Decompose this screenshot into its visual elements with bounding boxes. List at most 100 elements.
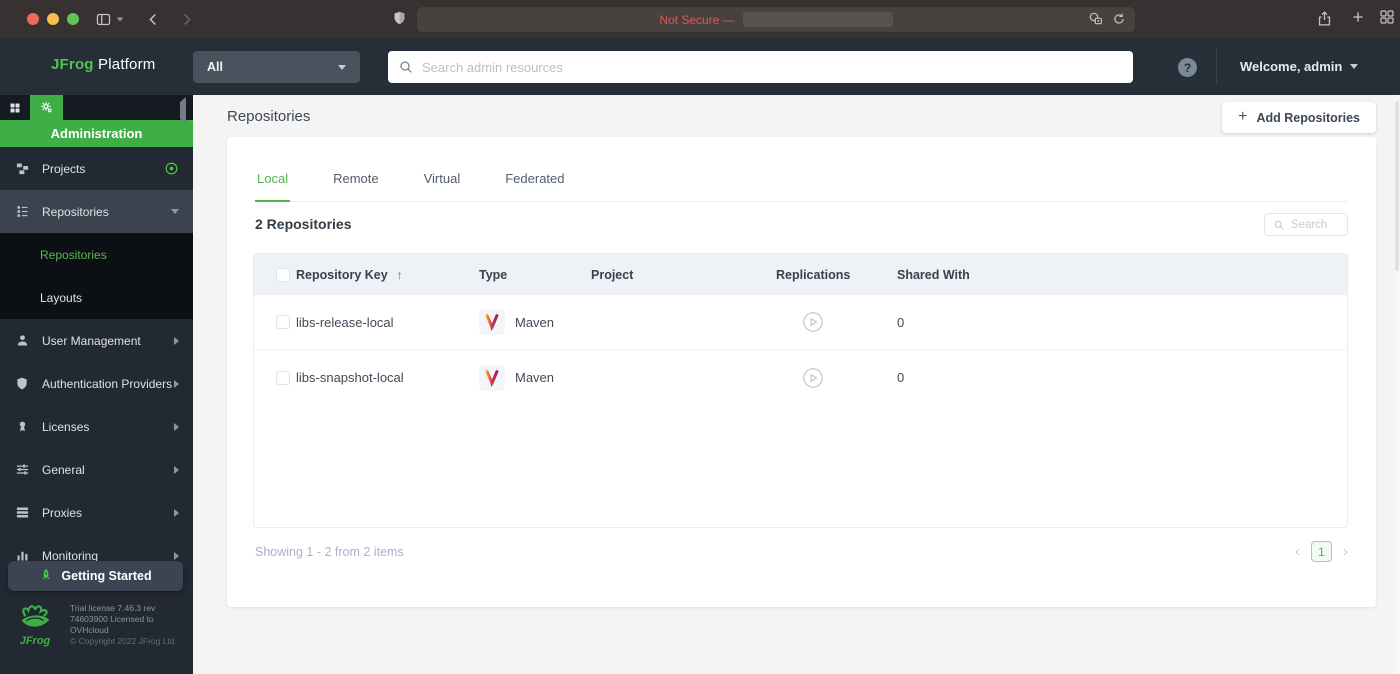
repo-type-label: Maven: [515, 314, 555, 330]
reload-icon[interactable]: [1112, 12, 1126, 26]
plus-icon: +: [1238, 108, 1248, 125]
getting-started-button[interactable]: Getting Started: [8, 561, 183, 591]
sidebar-item-label: Authentication Providers: [42, 376, 173, 391]
chevron-right-icon: [174, 508, 179, 517]
sidebar-item-label: General: [42, 462, 85, 477]
submenu-item-label: Repositories: [40, 247, 107, 262]
table-search: [1264, 213, 1348, 236]
sidebar-item-user-management[interactable]: User Management: [0, 319, 193, 362]
app-header: JFrog Platform All ? Welcome, admin: [0, 38, 1400, 95]
column-type[interactable]: Type: [479, 268, 591, 282]
repositories-table: Repository Key ↑ Type Project Replicatio…: [253, 253, 1348, 528]
table-row[interactable]: libs-snapshot-local Maven 0: [254, 350, 1347, 405]
header-divider: [1216, 48, 1217, 85]
maven-icon: [479, 309, 505, 335]
tab-label: Local: [257, 171, 289, 186]
shared-with-count: 0: [897, 370, 905, 385]
target-icon[interactable]: [164, 161, 179, 176]
url-security-label: Not Secure —: [659, 12, 735, 27]
help-glyph: ?: [1183, 60, 1192, 75]
tab-overview-icon[interactable]: [1379, 9, 1395, 25]
license-text: Trial license 7.46.3 rev 74603900 Licens…: [70, 603, 188, 647]
close-window-button[interactable]: [27, 13, 39, 25]
scrollbar-thumb[interactable]: [1395, 101, 1399, 271]
sidebar-item-licenses[interactable]: Licenses: [0, 405, 193, 448]
repo-key[interactable]: libs-release-local: [296, 315, 479, 330]
column-shared-with[interactable]: Shared With: [897, 268, 1347, 282]
chevron-right-icon: [174, 379, 179, 388]
page-number[interactable]: 1: [1311, 541, 1332, 562]
new-tab-icon[interactable]: [1350, 9, 1366, 25]
scope-select[interactable]: All: [193, 51, 360, 83]
minimize-window-button[interactable]: [47, 13, 59, 25]
user-menu-label: Welcome, admin: [1240, 59, 1343, 74]
getting-started-label: Getting Started: [61, 569, 152, 583]
projects-icon: [14, 161, 30, 177]
url-redacted: [742, 12, 893, 27]
share-icon[interactable]: [1316, 9, 1333, 28]
permissions-badge-icon[interactable]: [1088, 11, 1104, 27]
page-prev-icon[interactable]: ‹: [1295, 544, 1300, 559]
search-icon: [1273, 219, 1285, 231]
page-next-icon[interactable]: ›: [1343, 544, 1348, 559]
back-icon[interactable]: [146, 12, 161, 27]
table-search-input[interactable]: [1291, 218, 1339, 231]
window-controls: [27, 13, 79, 25]
sidebar-item-label: Projects: [42, 161, 86, 176]
apps-grid-icon[interactable]: [0, 95, 30, 120]
select-all-checkbox[interactable]: [276, 267, 290, 282]
add-repositories-button[interactable]: + Add Repositories: [1222, 102, 1376, 133]
copyright: © Copyright 2022 JFrog Ltd: [70, 636, 175, 646]
column-project[interactable]: Project: [591, 268, 776, 282]
privacy-shield-icon[interactable]: [392, 9, 407, 27]
repositories-submenu: Repositories Layouts: [0, 233, 193, 319]
rocket-icon: [39, 568, 53, 584]
help-button[interactable]: ?: [1178, 58, 1197, 77]
sidebar-caret-icon[interactable]: [116, 17, 124, 21]
jfrog-logo: JFrog: [13, 603, 57, 647]
results-summary: Showing 1 - 2 from 2 items: [255, 545, 404, 559]
chevron-right-icon: [174, 551, 179, 560]
tab-virtual[interactable]: Virtual: [422, 168, 463, 201]
column-repository-key[interactable]: Repository Key: [296, 268, 388, 282]
administration-banner: Administration: [0, 120, 193, 147]
sidebar-item-repositories[interactable]: Repositories: [0, 190, 193, 233]
admin-gear-tab[interactable]: [30, 95, 63, 120]
repo-type-label: Maven: [515, 370, 555, 385]
tab-label: Federated: [505, 171, 565, 186]
admin-search-input[interactable]: [422, 59, 1123, 75]
run-replication-icon[interactable]: [802, 311, 897, 333]
sort-asc-icon[interactable]: ↑: [397, 268, 403, 282]
run-replication-icon[interactable]: [802, 367, 897, 389]
page-title: Repositories: [227, 108, 311, 125]
collapse-sidebar-icon[interactable]: [180, 97, 186, 124]
user-menu[interactable]: Welcome, admin: [1240, 38, 1359, 95]
sidebar-toggle-icon[interactable]: [95, 11, 112, 28]
repo-key[interactable]: libs-snapshot-local: [296, 370, 479, 385]
brand-platform: Platform: [93, 56, 156, 73]
search-icon: [398, 59, 414, 75]
sidebar-item-projects[interactable]: Projects: [0, 147, 193, 190]
tab-label: Virtual: [423, 171, 461, 186]
row-checkbox[interactable]: [276, 370, 290, 385]
sidebar-item-label: Proxies: [42, 505, 83, 520]
sidebar-item-authentication-providers[interactable]: Authentication Providers: [0, 362, 193, 405]
table-row[interactable]: libs-release-local Maven 0: [254, 295, 1347, 350]
address-bar[interactable]: Not Secure —: [417, 7, 1135, 32]
tab-label: Remote: [333, 171, 379, 186]
tab-federated[interactable]: Federated: [503, 168, 566, 201]
row-checkbox[interactable]: [276, 315, 290, 329]
column-replications[interactable]: Replications: [776, 268, 897, 282]
sidebar-item-proxies[interactable]: Proxies: [0, 491, 193, 534]
sidebar-item-general[interactable]: General: [0, 448, 193, 491]
forward-icon[interactable]: [179, 12, 194, 27]
chevron-down-icon: [171, 209, 179, 214]
repositories-count: 2 Repositories: [255, 216, 352, 232]
zoom-window-button[interactable]: [67, 13, 79, 25]
tab-remote[interactable]: Remote: [331, 168, 381, 201]
license-medal-icon: [14, 419, 30, 435]
submenu-item-repositories[interactable]: Repositories: [0, 233, 193, 276]
tab-local[interactable]: Local: [255, 168, 291, 202]
scrollbar[interactable]: [1394, 95, 1400, 674]
submenu-item-layouts[interactable]: Layouts: [0, 276, 193, 319]
